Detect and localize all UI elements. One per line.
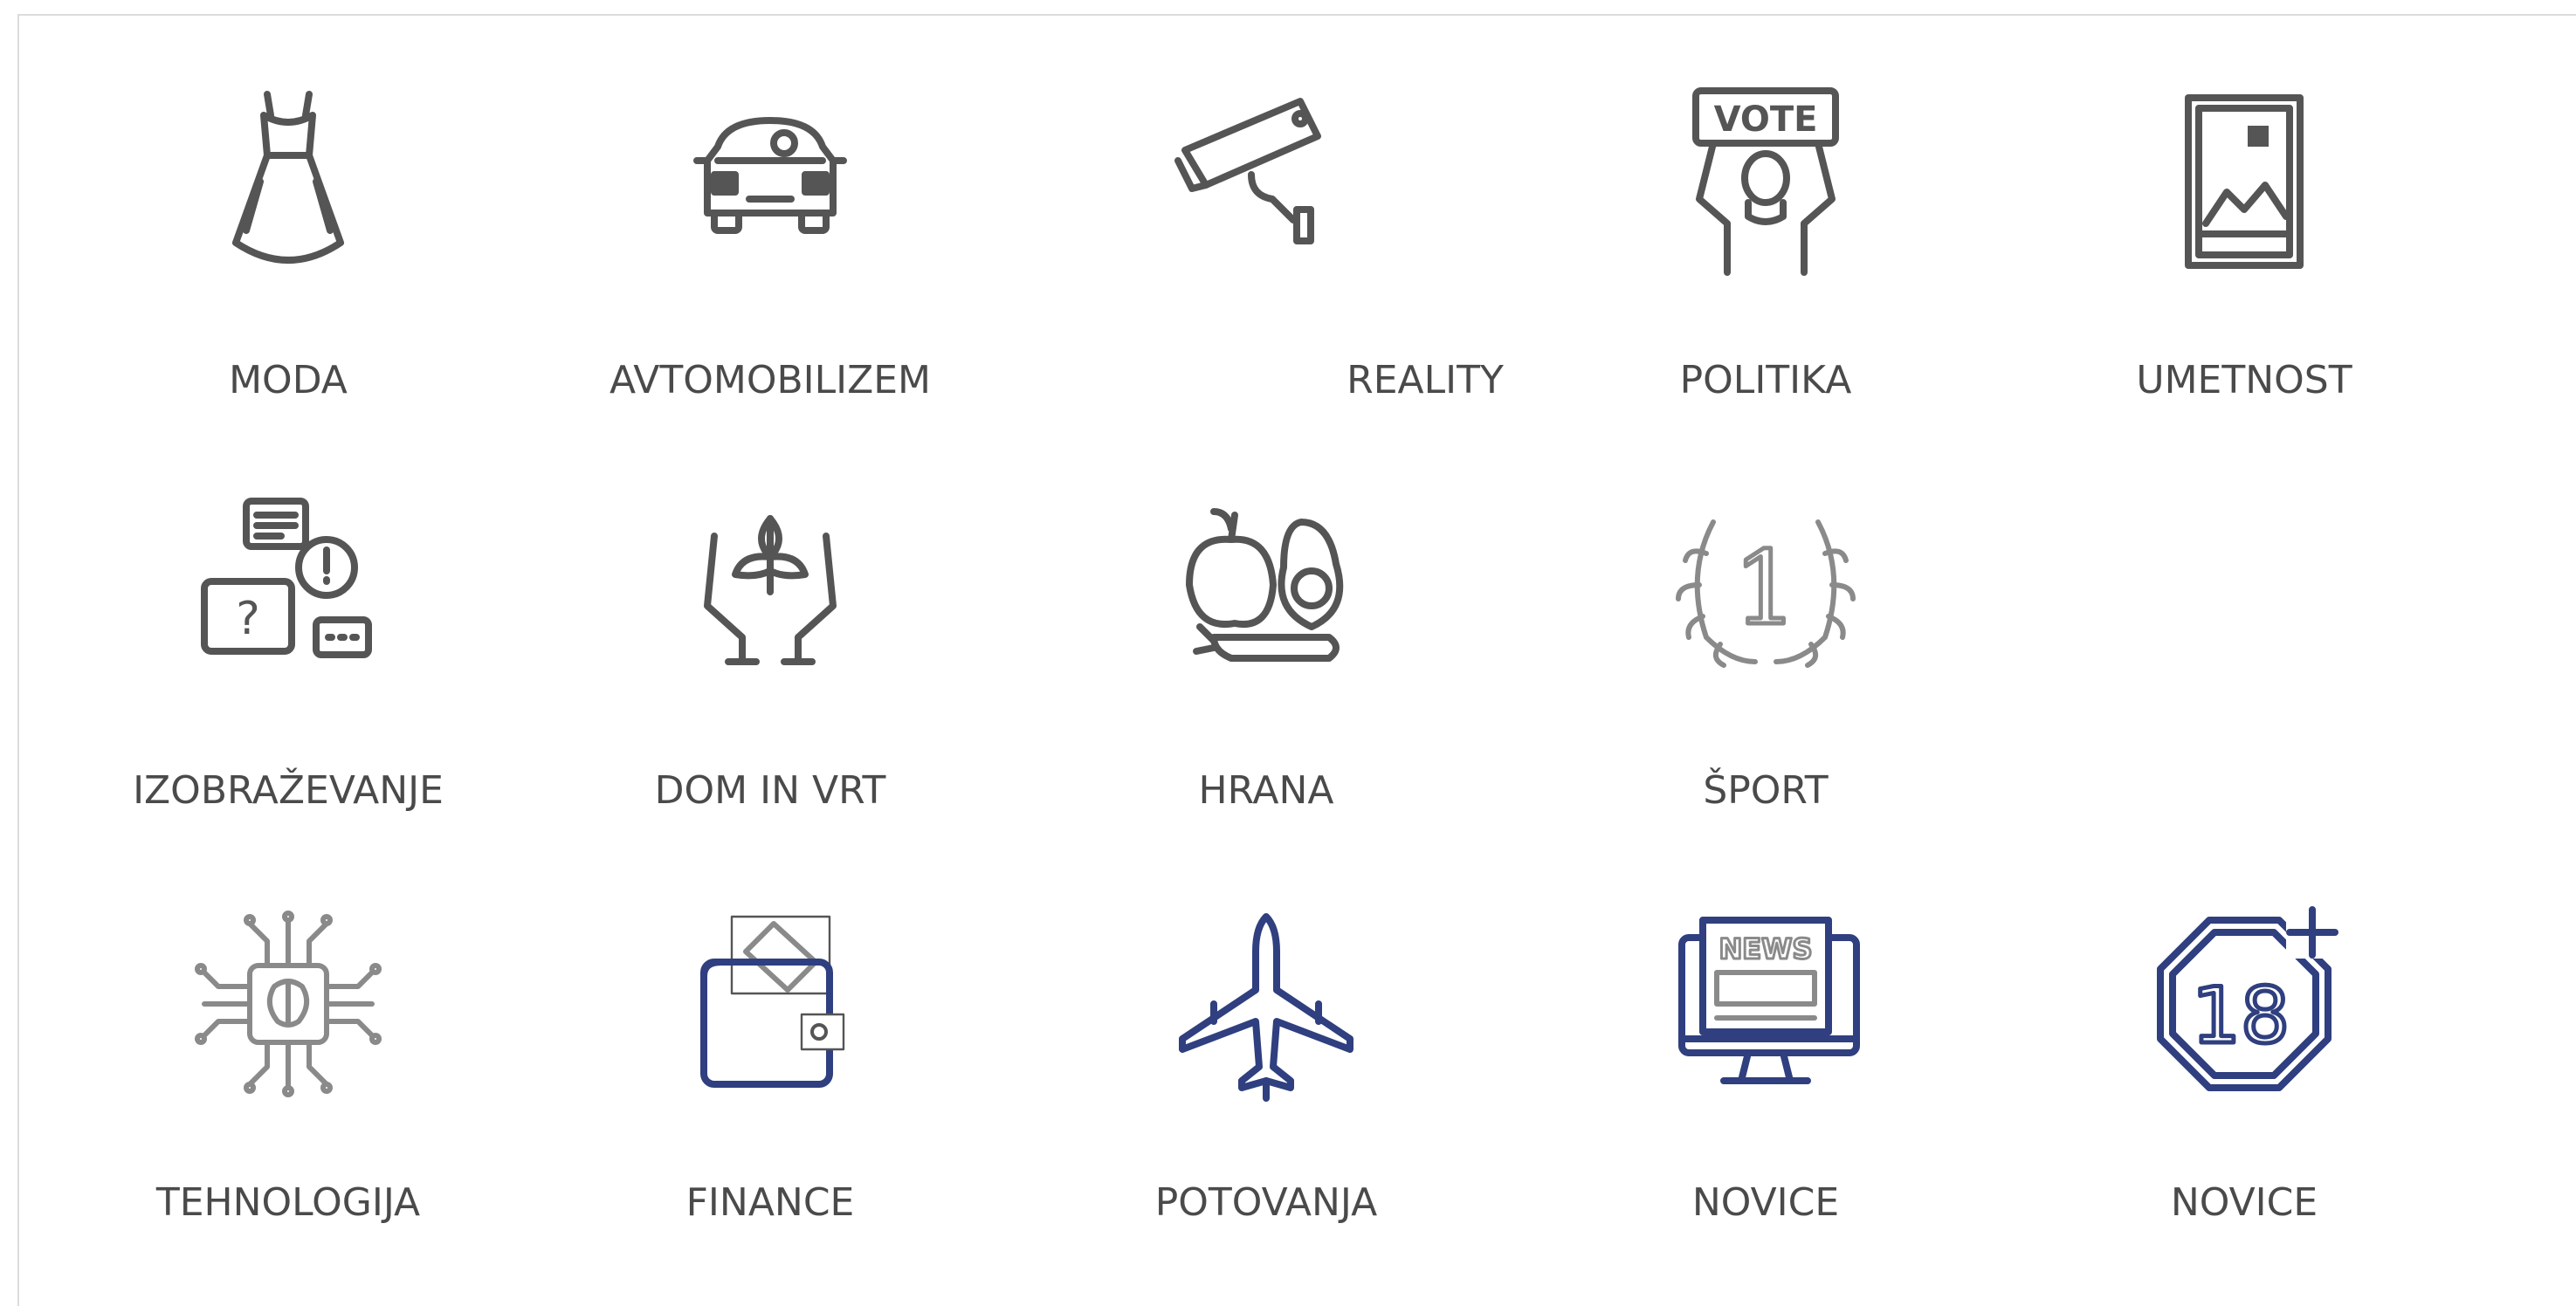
category-tehnologija[interactable]: TEHNOLOGIJA (105, 856, 472, 1257)
category-umetnost[interactable]: UMETNOST (2061, 33, 2428, 435)
vote-sign-text: VOTE (1714, 100, 1818, 140)
category-avtomobilizem[interactable]: AVTOMOBILIZEM (587, 33, 954, 435)
svg-text:?: ? (236, 593, 260, 645)
hands-plant-icon (665, 487, 875, 697)
news-monitor-icon: NEWS (1661, 899, 1870, 1109)
fruit-vegetables-icon (1161, 487, 1371, 697)
category-moda[interactable]: MODA (105, 33, 472, 435)
category-label: IZOBRAŽEVANJE (133, 768, 444, 813)
category-label: AVTOMOBILIZEM (609, 358, 932, 402)
category-finance[interactable]: FINANCE (587, 856, 954, 1257)
dress-icon (183, 77, 393, 286)
framed-picture-icon (2139, 77, 2349, 286)
category-hrana[interactable]: HRANA (1083, 443, 1450, 845)
category-label: MODA (229, 358, 348, 402)
rank-number: 1 (1733, 530, 1798, 648)
category-label: FINANCE (685, 1180, 855, 1225)
category-label: DOM IN VRT (654, 768, 886, 813)
car-icon (665, 77, 875, 286)
category-label: UMETNOST (2136, 358, 2352, 402)
category-grid: MODA AVTOMOBILIZEM REALITY VOTE POLITIKA… (17, 14, 2576, 1306)
vote-protester-icon: VOTE (1661, 77, 1870, 286)
category-label: ŠPORT (1703, 768, 1829, 813)
category-label: NOVICE (2170, 1180, 2318, 1225)
speech-bubbles-question-icon: ? (183, 487, 393, 697)
category-reality[interactable]: REALITY (1119, 33, 1504, 435)
category-izobrazevanje[interactable]: ? IZOBRAŽEVANJE (105, 443, 472, 845)
chip-brain-icon (183, 899, 393, 1109)
category-label: POLITIKA (1679, 358, 1852, 402)
age-limit-text: 18 (2192, 971, 2290, 1061)
category-dom-in-vrt[interactable]: DOM IN VRT (587, 443, 954, 845)
category-politika[interactable]: VOTE POLITIKA (1582, 33, 1949, 435)
category-label: HRANA (1198, 768, 1334, 813)
wallet-icon (665, 899, 875, 1109)
category-label: NOVICE (1691, 1180, 1840, 1225)
airplane-icon (1161, 899, 1371, 1109)
news-banner-text: NEWS (1719, 932, 1813, 966)
category-novice-18[interactable]: 18 NOVICE (2061, 856, 2428, 1257)
security-camera-icon (1147, 77, 1356, 286)
eighteen-plus-icon: 18 (2139, 899, 2349, 1109)
laurel-number-one-icon: 1 (1661, 487, 1870, 697)
category-potovanja[interactable]: POTOVANJA (1083, 856, 1450, 1257)
category-label: POTOVANJA (1154, 1180, 1378, 1225)
category-sport[interactable]: 1 ŠPORT (1582, 443, 1949, 845)
category-label: TEHNOLOGIJA (155, 1180, 421, 1225)
category-label: REALITY (1347, 358, 1504, 402)
category-novice[interactable]: NEWS NOVICE (1582, 856, 1949, 1257)
